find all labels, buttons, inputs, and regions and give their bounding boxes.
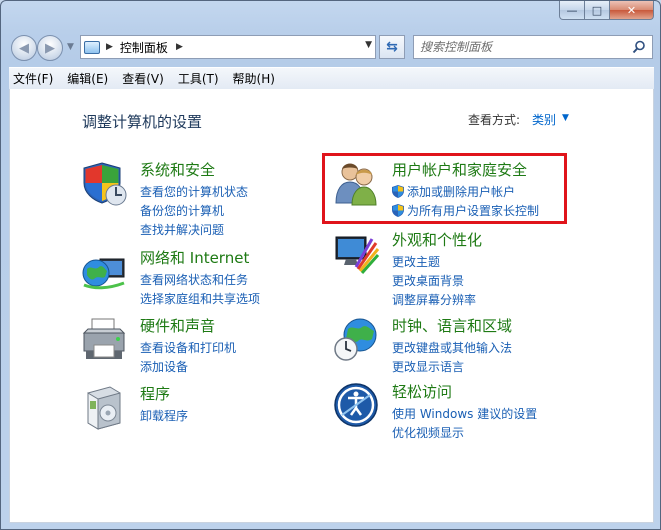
category-clock-language: 时钟、语言和区域 更改键盘或其他输入法 更改显示语言 [332,315,572,375]
link-add-device[interactable]: 添加设备 [140,358,236,377]
refresh-button[interactable]: ⇆ [379,35,405,59]
category-title[interactable]: 系统和安全 [140,159,215,180]
menu-help[interactable]: 帮助(H) [233,70,275,87]
content-pane: 调整计算机的设置 查看方式: 类别 ▼ 系统和安全 查看您的计算机状态 备份您的… [9,89,654,523]
link-view-computer-status[interactable]: 查看您的计算机状态 [140,183,248,202]
category-appearance: 外观和个性化 更改主题 更改桌面背景 调整屏幕分辨率 [332,229,572,309]
category-system-security: 系统和安全 查看您的计算机状态 备份您的计算机 查找并解决问题 [80,159,310,239]
category-title[interactable]: 轻松访问 [392,381,452,402]
chevron-down-icon[interactable]: ▼ [562,113,569,123]
breadcrumb-control-panel[interactable]: 控制面板 [120,39,168,56]
search-input[interactable] [420,37,630,57]
view-by-label: 查看方式: [468,113,521,127]
link-windows-recommended[interactable]: 使用 Windows 建议的设置 [392,405,537,424]
link-change-theme[interactable]: 更改主题 [392,253,476,272]
minimize-button[interactable]: — [559,1,585,20]
category-hardware-sound: 硬件和声音 查看设备和打印机 添加设备 [80,315,310,375]
address-dropdown-icon[interactable]: ▼ [365,40,372,50]
programs-box-icon[interactable] [80,383,128,431]
search-box[interactable] [413,35,653,59]
link-optimize-video[interactable]: 优化视频显示 [392,424,537,443]
back-arrow-icon: ◀ [19,40,29,56]
printer-icon[interactable] [80,315,128,363]
refresh-icon: ⇆ [386,39,398,55]
category-network: 网络和 Internet 查看网络状态和任务 选择家庭组和共享选项 [80,247,310,307]
window-frame: — □ ✕ ◀ ▶ ▼ ▶ 控制面板 ▶ ▼ ⇆ 文件(F) 编辑(E) 查看(… [0,0,661,530]
link-change-display-language[interactable]: 更改显示语言 [392,358,512,377]
breadcrumb-separator-icon[interactable]: ▶ [106,42,113,52]
link-find-fix-problems[interactable]: 查找并解决问题 [140,221,248,240]
network-globe-icon[interactable] [80,247,128,295]
category-title[interactable]: 时钟、语言和区域 [392,315,512,336]
back-button[interactable]: ◀ [11,35,37,61]
close-button[interactable]: ✕ [610,1,654,20]
link-screen-resolution[interactable]: 调整屏幕分辨率 [392,291,476,310]
link-backup-computer[interactable]: 备份您的计算机 [140,202,248,221]
recent-pages-dropdown[interactable]: ▼ [67,42,74,52]
category-title[interactable]: 程序 [140,383,170,404]
caption-buttons: — □ ✕ [559,1,654,20]
ease-of-access-icon[interactable] [332,381,380,429]
maximize-button[interactable]: □ [585,1,610,20]
forward-arrow-icon: ▶ [45,40,55,56]
appearance-monitor-icon[interactable] [332,229,380,277]
category-title[interactable]: 硬件和声音 [140,315,215,336]
forward-button[interactable]: ▶ [37,35,63,61]
menu-bar: 文件(F) 编辑(E) 查看(V) 工具(T) 帮助(H) [9,67,654,89]
category-programs: 程序 卸载程序 [80,383,310,443]
search-icon[interactable] [632,40,646,54]
menu-tools[interactable]: 工具(T) [178,70,219,87]
clock-globe-icon[interactable] [332,315,380,363]
system-security-shield-icon[interactable] [80,159,128,207]
menu-file[interactable]: 文件(F) [13,70,53,87]
menu-view[interactable]: 查看(V) [122,70,164,87]
link-change-background[interactable]: 更改桌面背景 [392,272,476,291]
highlight-box [322,153,567,224]
link-devices-printers[interactable]: 查看设备和打印机 [140,339,236,358]
menu-edit[interactable]: 编辑(E) [67,70,108,87]
link-change-keyboard[interactable]: 更改键盘或其他输入法 [392,339,512,358]
address-bar[interactable]: ▶ 控制面板 ▶ ▼ [80,35,376,59]
link-uninstall-program[interactable]: 卸载程序 [140,407,188,426]
category-title[interactable]: 网络和 Internet [140,247,249,268]
category-ease-of-access: 轻松访问 使用 Windows 建议的设置 优化视频显示 [332,381,572,441]
control-panel-icon [84,40,100,54]
link-network-status[interactable]: 查看网络状态和任务 [140,271,260,290]
page-title: 调整计算机的设置 [82,113,203,131]
breadcrumb-chevron-icon[interactable]: ▶ [176,42,183,52]
view-by-dropdown[interactable]: 类别 [532,111,556,128]
link-homegroup-sharing[interactable]: 选择家庭组和共享选项 [140,290,260,309]
category-title[interactable]: 外观和个性化 [392,229,482,250]
